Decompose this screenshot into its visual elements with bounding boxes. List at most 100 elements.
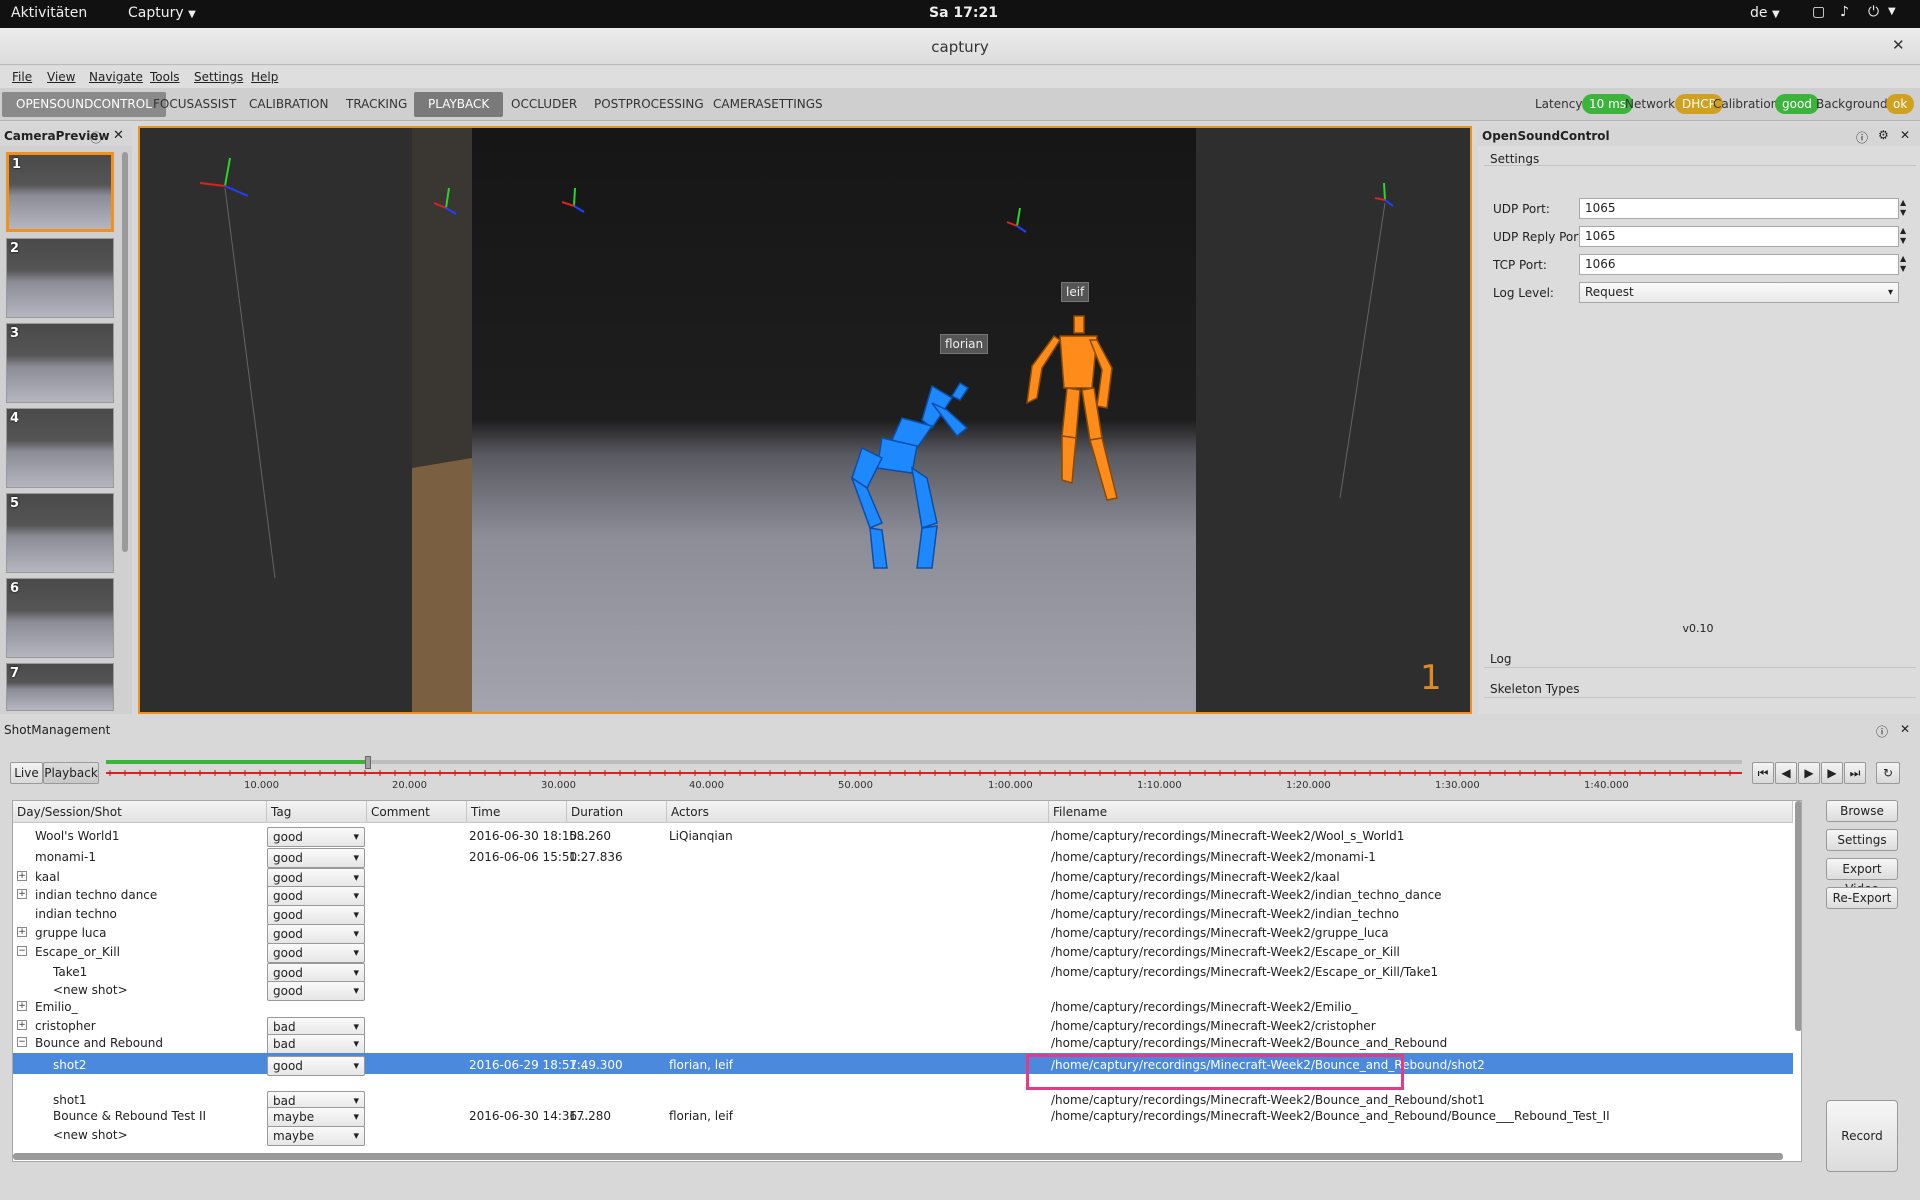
- table-row[interactable]: − Bounce and Rebound/home/captury/recordi…: [13, 1033, 1793, 1054]
- column-header-duration[interactable]: Duration: [567, 801, 667, 823]
- column-header-comment[interactable]: Comment: [367, 801, 467, 823]
- volume-icon[interactable]: ♪: [1840, 4, 1849, 20]
- expand-icon[interactable]: +: [17, 871, 27, 881]
- table-row[interactable]: shot2 2016-06-29 18:57... 1:49.300 florian,…: [13, 1053, 1793, 1076]
- tag-select[interactable]: good: [267, 905, 365, 925]
- settings-section[interactable]: Settings: [1484, 148, 1916, 166]
- tab-focusassist[interactable]: FOCUSASSIST: [139, 92, 250, 117]
- step-forward-icon[interactable]: ▶: [1821, 762, 1843, 784]
- scrollbar[interactable]: [122, 152, 128, 552]
- menu-help[interactable]: Help: [251, 70, 278, 84]
- keyboard-layout[interactable]: de ▼: [1750, 5, 1780, 21]
- tab-occluder[interactable]: OCCLUDER: [497, 92, 591, 117]
- power-icon[interactable]: ⏻: [1868, 4, 1879, 20]
- menu-navigate[interactable]: Navigate: [89, 70, 143, 84]
- stepper-icon[interactable]: ▲ ▼: [1900, 226, 1906, 246]
- camera-thumbnail[interactable]: 6: [6, 578, 114, 658]
- camera-thumbnail[interactable]: 5: [6, 493, 114, 573]
- column-header-time[interactable]: Time: [467, 801, 567, 823]
- loop-icon[interactable]: ↻: [1876, 762, 1900, 784]
- close-icon[interactable]: ✕: [1900, 722, 1910, 736]
- vertical-scrollbar[interactable]: [1795, 801, 1801, 1031]
- table-row[interactable]: <new shot> good: [13, 980, 1793, 1001]
- camera-thumbnail[interactable]: 2: [6, 238, 114, 318]
- close-icon[interactable]: ✕: [113, 128, 124, 143]
- expand-icon[interactable]: +: [17, 1020, 27, 1030]
- menu-file[interactable]: File: [12, 70, 32, 84]
- chevron-down-icon[interactable]: ▼: [1888, 6, 1896, 17]
- tag-select[interactable]: good: [267, 848, 365, 868]
- collapse-icon[interactable]: −: [17, 946, 27, 956]
- table-row[interactable]: + kaal/home/captury/recordings/Minecraft-…: [13, 867, 1793, 888]
- timeline[interactable]: 10.000 20.000 30.000 40.000 50.000 1:00.…: [106, 756, 1742, 792]
- skip-to-start-icon[interactable]: ⏮: [1752, 762, 1774, 784]
- udp-reply-port-field[interactable]: 1065: [1579, 226, 1899, 247]
- table-row[interactable]: indian techno/home/captury/recordings/Mi…: [13, 903, 1793, 925]
- menu-tools[interactable]: Tools: [150, 70, 180, 84]
- tag-select[interactable]: good: [267, 827, 365, 847]
- live-button[interactable]: Live: [10, 762, 43, 784]
- log-section[interactable]: Log: [1484, 648, 1916, 668]
- step-back-icon[interactable]: ◀: [1775, 762, 1797, 784]
- skip-to-end-icon[interactable]: ⏭: [1844, 762, 1866, 784]
- skeleton-types-section[interactable]: Skeleton Types: [1484, 678, 1916, 698]
- expand-icon[interactable]: +: [17, 889, 27, 899]
- menu-settings[interactable]: Settings: [194, 70, 243, 84]
- window-icon[interactable]: ▢: [1812, 4, 1825, 20]
- tab-camerasettings[interactable]: CAMERASETTINGS: [699, 92, 837, 117]
- tag-select[interactable]: good: [267, 943, 365, 963]
- horizontal-scrollbar[interactable]: [13, 1153, 1783, 1160]
- menu-view[interactable]: View: [47, 70, 75, 84]
- column-header-actors[interactable]: Actors: [667, 801, 1049, 823]
- info-icon[interactable]: ⓘ: [1856, 129, 1868, 146]
- tcp-port-field[interactable]: 1066: [1579, 254, 1899, 275]
- expand-icon[interactable]: +: [17, 1001, 27, 1011]
- table-row[interactable]: monami-1 2016-06-06 15:50... 1:27.836/home…: [13, 845, 1793, 868]
- camera-thumbnail[interactable]: 3: [6, 323, 114, 403]
- table-row[interactable]: Bounce & Rebound Test II 2016-06-30 14:36…: [13, 1105, 1793, 1127]
- table-row[interactable]: + Emilio_ /home/captury/recordings/Minecra…: [13, 996, 1793, 1015]
- camera-thumbnail[interactable]: 1: [6, 152, 114, 232]
- table-row[interactable]: + indian techno dance/home/captury/record…: [13, 884, 1793, 906]
- playback-button[interactable]: Playback: [43, 762, 99, 784]
- table-row[interactable]: + cristopher/home/captury/recordings/Mine…: [13, 1015, 1793, 1037]
- info-icon[interactable]: ⓘ: [1876, 723, 1888, 740]
- udp-port-field[interactable]: 1065: [1579, 198, 1899, 219]
- play-icon[interactable]: ▶: [1798, 762, 1820, 784]
- camera-thumbnail[interactable]: 4: [6, 408, 114, 488]
- browse-button[interactable]: Browse: [1826, 800, 1898, 822]
- tab-tracking[interactable]: TRACKING: [332, 92, 421, 117]
- record-button[interactable]: Record: [1826, 1100, 1898, 1172]
- table-row[interactable]: − Escape_or_Kill/home/captury/recordings/…: [13, 941, 1793, 963]
- stepper-icon[interactable]: ▲ ▼: [1900, 254, 1906, 274]
- tag-select[interactable]: good: [267, 1056, 365, 1076]
- tab-postprocessing[interactable]: POSTPROCESSING: [580, 92, 718, 117]
- settings-button[interactable]: Settings: [1826, 829, 1898, 851]
- close-icon[interactable]: ✕: [1892, 36, 1905, 54]
- camera-viewport[interactable]: florian leif 1: [138, 126, 1472, 714]
- log-level-select[interactable]: Request ▾: [1579, 282, 1899, 303]
- app-menu-button[interactable]: Captury ▼: [128, 5, 196, 21]
- tab-playback[interactable]: PLAYBACK: [414, 92, 504, 117]
- column-header-filename[interactable]: Filename: [1049, 801, 1793, 823]
- tag-select[interactable]: maybe: [267, 1126, 365, 1146]
- table-row[interactable]: <new shot> maybe: [13, 1124, 1793, 1146]
- clock[interactable]: Sa 17:21: [929, 5, 998, 21]
- expand-icon[interactable]: +: [17, 927, 27, 937]
- close-icon[interactable]: ✕: [1900, 128, 1910, 142]
- re-export-button[interactable]: Re-Export: [1826, 887, 1898, 909]
- table-row[interactable]: + gruppe luca/home/captury/recordings/Min…: [13, 923, 1793, 944]
- export-video-button[interactable]: Export Video: [1826, 858, 1898, 896]
- column-header-shot[interactable]: Day/Session/Shot: [13, 801, 267, 823]
- table-row[interactable]: Take1/home/captury/recordings/Minecraft-…: [13, 961, 1793, 983]
- gear-icon[interactable]: ⚙: [1878, 128, 1889, 142]
- stepper-icon[interactable]: ▲ ▼: [1900, 198, 1906, 218]
- info-icon[interactable]: ⓘ: [90, 129, 102, 146]
- collapse-icon[interactable]: −: [17, 1037, 27, 1047]
- column-header-tag[interactable]: Tag: [267, 801, 367, 823]
- activities-button[interactable]: Aktivitäten: [11, 5, 87, 21]
- tag-select[interactable]: bad: [267, 1034, 365, 1054]
- tab-calibration[interactable]: CALIBRATION: [235, 92, 342, 117]
- table-row[interactable]: Wool's World1 2016-06-30 18:10... 58.260 Li…: [13, 824, 1793, 847]
- camera-thumbnail[interactable]: 7: [6, 663, 114, 711]
